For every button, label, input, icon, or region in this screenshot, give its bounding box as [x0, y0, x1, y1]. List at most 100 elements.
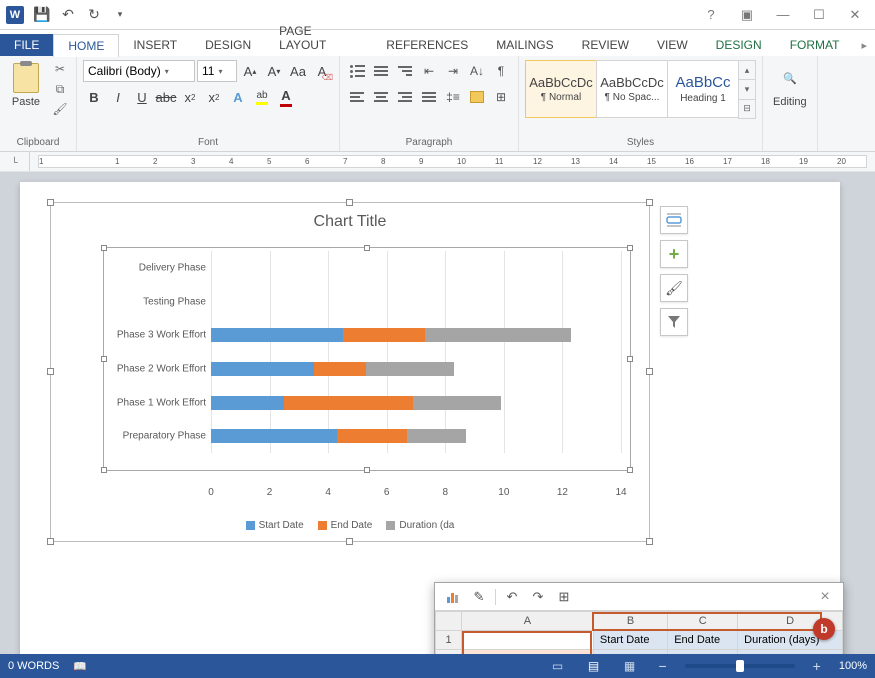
line-spacing-icon[interactable]: ‡≡ [442, 86, 464, 108]
align-left-icon[interactable] [346, 86, 368, 108]
cut-icon[interactable]: ✂ [50, 60, 70, 78]
undo-icon[interactable]: ↶ [502, 587, 522, 607]
tab-references[interactable]: REFERENCES [372, 34, 482, 56]
copy-icon[interactable]: ⧉ [50, 80, 70, 98]
tab-insert[interactable]: INSERT [119, 34, 191, 56]
numbering-icon[interactable] [370, 60, 392, 82]
chart-styles-icon[interactable]: 🖌 [660, 274, 688, 302]
resize-handle[interactable] [646, 368, 653, 375]
zoom-level[interactable]: 100% [839, 660, 867, 672]
ribbon-options-icon[interactable]: ▣ [733, 5, 761, 25]
style-heading-1[interactable]: AaBbCc Heading 1 [667, 60, 739, 118]
styles-scroll[interactable]: ▴▾⊟ [738, 60, 756, 118]
undo-icon[interactable]: ↶ [56, 3, 80, 27]
resize-handle[interactable] [646, 199, 653, 206]
show-marks-icon[interactable]: ¶ [490, 60, 512, 82]
decrease-indent-icon[interactable]: ⇤ [418, 60, 440, 82]
save-icon[interactable]: 💾 [30, 3, 54, 27]
chart-title[interactable]: Chart Title [51, 203, 649, 237]
legend-item: End Date [318, 520, 373, 531]
shading-icon[interactable] [466, 86, 488, 108]
help-icon[interactable]: ? [697, 5, 725, 25]
tab-mailings[interactable]: MAILINGS [482, 34, 567, 56]
italic-button[interactable]: I [107, 86, 129, 108]
chart-type-icon[interactable] [443, 587, 463, 607]
resize-handle[interactable] [346, 538, 353, 545]
justify-icon[interactable] [418, 86, 440, 108]
mini-sheet-toolbar: ✎ ↶ ↷ ⊞ × [435, 583, 843, 611]
editing-button[interactable]: 🔍 Editing [769, 60, 811, 110]
grow-font-icon[interactable]: A▴ [239, 60, 261, 82]
close-icon[interactable]: × [815, 587, 835, 607]
tab-review[interactable]: REVIEW [568, 34, 643, 56]
chart-filters-icon[interactable] [660, 308, 688, 336]
font-name-combo[interactable]: Calibri (Body)▾ [83, 60, 195, 82]
shrink-font-icon[interactable]: A▾ [263, 60, 285, 82]
close-icon[interactable]: ✕ [841, 5, 869, 25]
mini-sheet-grid[interactable]: ABCD1Start DateEnd DateDuration (days)2P… [435, 611, 843, 654]
chart-object[interactable]: Chart Title 02468101214 Start DateEnd Da… [50, 202, 650, 542]
maximize-icon[interactable]: ☐ [805, 5, 833, 25]
tab-page-layout[interactable]: PAGE LAYOUT [265, 20, 372, 56]
zoom-thumb[interactable] [736, 660, 744, 672]
resize-handle[interactable] [47, 368, 54, 375]
styles-gallery[interactable]: AaBbCcDc ¶ Normal AaBbCcDc ¶ No Spac... … [525, 60, 756, 118]
clear-formatting-icon[interactable]: A⌫ [311, 60, 333, 82]
tab-view[interactable]: VIEW [643, 34, 702, 56]
sort-icon[interactable]: A↓ [466, 60, 488, 82]
redo-icon[interactable]: ↷ [528, 587, 548, 607]
ruler-area: └ 11234567891011121314151617181920 [0, 152, 875, 172]
chart-elements-icon[interactable]: + [660, 240, 688, 268]
multilevel-list-icon[interactable] [394, 60, 416, 82]
spellcheck-icon[interactable]: 📖 [73, 660, 87, 673]
resize-handle[interactable] [47, 199, 54, 206]
resize-handle[interactable] [346, 199, 353, 206]
word-count[interactable]: 0 WORDS [8, 660, 59, 672]
print-layout-icon[interactable]: ▤ [582, 657, 604, 675]
bullets-icon[interactable] [346, 60, 368, 82]
borders-icon[interactable]: ⊞ [490, 86, 512, 108]
tab-home[interactable]: HOME [53, 34, 119, 57]
tab-chart-format[interactable]: FORMAT [776, 34, 854, 56]
underline-button[interactable]: U [131, 86, 153, 108]
read-mode-icon[interactable]: ▭ [546, 657, 568, 675]
font-color-icon[interactable]: A [275, 86, 297, 108]
increase-indent-icon[interactable]: ⇥ [442, 60, 464, 82]
tab-scroll-icon[interactable]: ▸ [853, 35, 875, 56]
select-data-icon[interactable]: ⊞ [554, 587, 574, 607]
tab-file[interactable]: FILE [0, 34, 53, 56]
resize-handle[interactable] [47, 538, 54, 545]
tab-stop-icon[interactable]: └ [0, 152, 30, 171]
tab-chart-design[interactable]: DESIGN [702, 34, 776, 56]
chart-data-window[interactable]: ✎ ↶ ↷ ⊞ × ABCD1Start DateEnd DateDuratio… [434, 582, 844, 654]
zoom-out-icon[interactable]: − [654, 658, 670, 674]
font-name-value: Calibri (Body) [88, 64, 161, 78]
style-normal[interactable]: AaBbCcDc ¶ Normal [525, 60, 597, 118]
zoom-slider[interactable] [685, 664, 795, 668]
bold-button[interactable]: B [83, 86, 105, 108]
zoom-in-icon[interactable]: + [809, 658, 825, 674]
layout-options-icon[interactable] [660, 206, 688, 234]
paste-button[interactable]: Paste [6, 60, 46, 110]
resize-handle[interactable] [646, 538, 653, 545]
font-size-combo[interactable]: 11▾ [197, 60, 237, 82]
edit-data-icon[interactable]: ✎ [469, 587, 489, 607]
minimize-icon[interactable]: — [769, 5, 797, 25]
web-layout-icon[interactable]: ▦ [618, 657, 640, 675]
text-effects-icon[interactable]: A [227, 86, 249, 108]
tab-design[interactable]: DESIGN [191, 34, 265, 56]
qat-customize-icon[interactable]: ▾ [108, 3, 132, 27]
superscript-button[interactable]: x2 [203, 86, 225, 108]
subscript-button[interactable]: x2 [179, 86, 201, 108]
strikethrough-button[interactable]: abc [155, 86, 177, 108]
format-painter-icon[interactable]: 🖌 [50, 100, 70, 118]
align-center-icon[interactable] [370, 86, 392, 108]
highlight-color-icon[interactable]: ab [251, 86, 273, 108]
legend-item: Duration (da [386, 520, 454, 531]
style-no-spacing[interactable]: AaBbCcDc ¶ No Spac... [596, 60, 668, 118]
align-right-icon[interactable] [394, 86, 416, 108]
group-font: Calibri (Body)▾ 11▾ A▴ A▾ Aa A⌫ B I U ab… [77, 56, 340, 151]
redo-icon[interactable]: ↻ [82, 3, 106, 27]
change-case-icon[interactable]: Aa [287, 60, 309, 82]
horizontal-ruler[interactable]: 11234567891011121314151617181920 [38, 155, 867, 168]
